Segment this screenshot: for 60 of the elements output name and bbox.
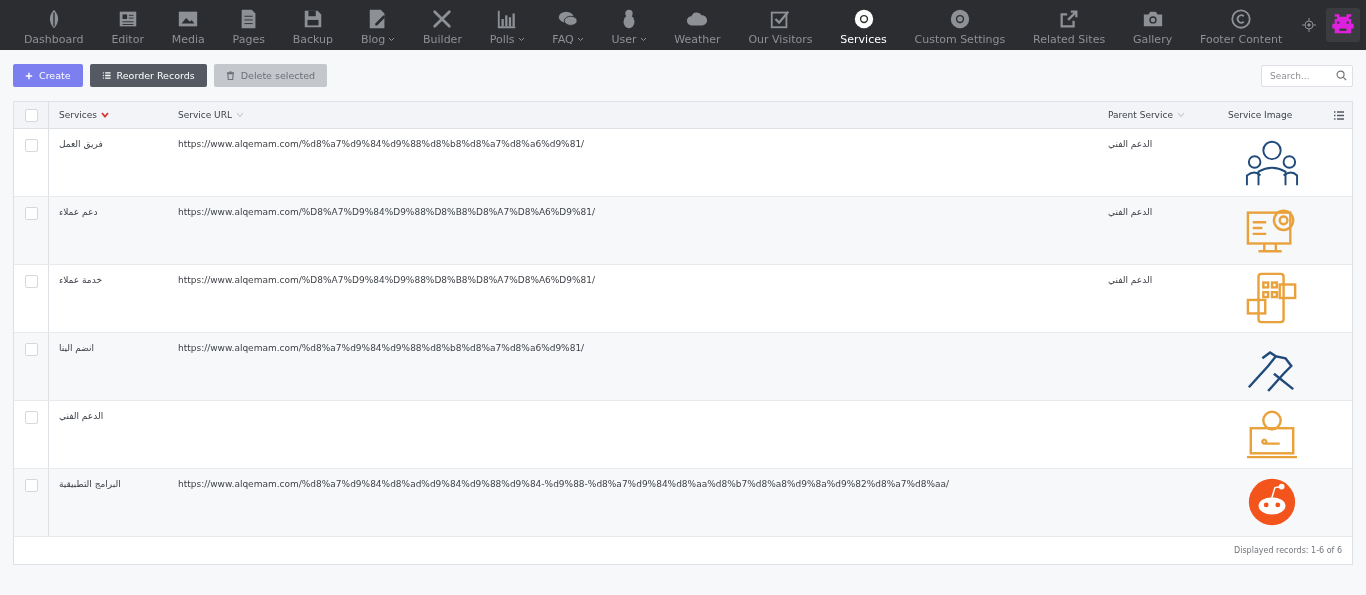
table-cell: https://www.alqemam.com/%d8%a7%d9%84%d8%ad%d9%84%d9%88%d9%84-%d9%88-%d8%a7%d9%84%d8%aa%d8%b7%d8%a8%d9%8a%d9%82%d8%a7%d8%aa/: [178, 479, 950, 489]
nav-item[interactable]: FAQ: [538, 4, 598, 46]
table-cell: الدعم الفني: [1108, 275, 1153, 285]
nav-item[interactable]: Backup: [278, 4, 347, 46]
column-header[interactable]: Service URL: [178, 110, 232, 120]
table-cell: https://www.alqemam.com/%d8%a7%d9%84%d9%88%d8%b8%d8%a7%d8%a6%d9%81/: [178, 343, 585, 353]
trash-icon: [225, 71, 235, 80]
table-cell: دعم عملاء: [59, 207, 98, 217]
table-cell: فريق العمل: [59, 139, 103, 149]
tools-icon: [431, 8, 454, 30]
table-cell: الدعم الفني: [1108, 139, 1153, 149]
lifebuoy-icon: [852, 8, 875, 30]
nav-item[interactable]: Related Sites: [1019, 4, 1120, 46]
row-checkbox[interactable]: [24, 343, 38, 356]
avatar[interactable]: [1326, 8, 1361, 42]
table-cell: https://www.alqemam.com/%d8%a7%d9%84%d9%88%d8%b8%d8%a7%d8%a6%d9%81/: [178, 139, 585, 149]
search-icon: [1336, 70, 1347, 81]
list-icon: [101, 71, 111, 80]
checkbox-icon: [769, 8, 792, 30]
nav-item[interactable]: Custom Settings: [900, 4, 1020, 46]
lifebuoy-icon: [948, 8, 971, 30]
sort-caret-icon[interactable]: [100, 112, 109, 118]
row-checkbox[interactable]: [24, 207, 38, 220]
nav-item[interactable]: Blog: [347, 4, 410, 46]
toolbar-button[interactable]: Reorder Records: [89, 64, 207, 87]
row-checkbox[interactable]: [24, 275, 38, 288]
row-checkbox[interactable]: [24, 479, 38, 492]
select-all-checkbox[interactable]: [24, 108, 38, 122]
table-cell: البرامج التطبيقية: [59, 479, 121, 489]
table-cell: https://www.alqemam.com/%D8%A7%D9%84%D9%88%D8%B8%D8%A7%D8%A6%D9%81/: [178, 207, 596, 217]
nav-item[interactable]: Polls: [475, 4, 539, 46]
table-cell: الدعم الفني: [59, 411, 104, 421]
plus-icon: [25, 71, 33, 80]
search-field[interactable]: Search...: [1261, 65, 1353, 87]
nav-item[interactable]: Media: [157, 4, 219, 46]
nav-item[interactable]: Footer Content: [1186, 4, 1297, 46]
column-menu-icon[interactable]: [1334, 110, 1344, 120]
table-cell: خدمة عملاء: [59, 275, 102, 285]
toolbar-button[interactable]: Create: [13, 64, 83, 87]
table-cell: https://www.alqemam.com/%D8%A7%D9%84%D9%88%D8%B8%D8%A7%D8%A6%D9%81/: [178, 275, 596, 285]
column-header[interactable]: Parent Service: [1108, 110, 1173, 120]
nav-item[interactable]: Pages: [218, 4, 279, 46]
nav-item[interactable]: Dashboard: [10, 4, 98, 46]
nav-item[interactable]: Builder: [409, 4, 476, 46]
records-count: Displayed records: 1-6 of 6: [1234, 546, 1342, 555]
column-header[interactable]: Service Image: [1228, 110, 1293, 120]
nav-item[interactable]: Gallery: [1119, 4, 1187, 46]
table-cell: الدعم الفني: [1108, 207, 1153, 217]
nav-item[interactable]: Editor: [97, 4, 158, 46]
row-checkbox[interactable]: [24, 411, 38, 424]
crosshair-icon[interactable]: [1302, 18, 1317, 32]
nav-item[interactable]: User: [597, 4, 661, 46]
nav-item[interactable]: Our Visitors: [734, 4, 827, 46]
phone-apps-icon: [1245, 271, 1299, 325]
column-header[interactable]: Services: [59, 110, 97, 120]
row-checkbox[interactable]: [24, 139, 38, 152]
table-cell: انضم الينا: [59, 343, 95, 353]
nav-item[interactable]: Weather: [660, 4, 735, 46]
nav-item[interactable]: Services: [826, 4, 901, 46]
copyright-icon: [1230, 8, 1253, 30]
